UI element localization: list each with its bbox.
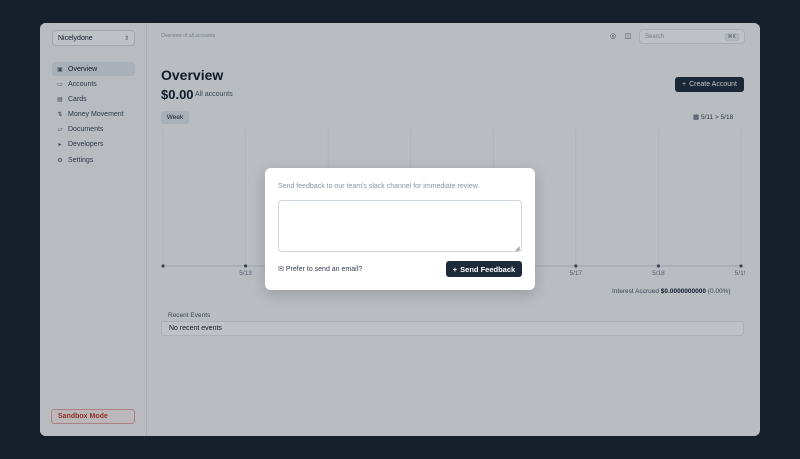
mail-icon: ✉ — [278, 266, 284, 273]
send-feedback-label: Send Feedback — [460, 264, 516, 274]
email-link[interactable]: ✉ Prefer to send an email? — [278, 265, 363, 274]
feedback-description: Send feedback to our team's slack channe… — [278, 183, 480, 190]
send-feedback-button[interactable]: + Send Feedback — [446, 261, 522, 277]
feedback-textarea[interactable] — [278, 200, 522, 252]
feedback-dialog: Send feedback to our team's slack channe… — [265, 168, 535, 290]
plus-icon: + — [452, 264, 458, 274]
email-link-label: Prefer to send an email? — [285, 265, 363, 273]
resize-grip-icon[interactable]: ◢ — [515, 245, 520, 252]
